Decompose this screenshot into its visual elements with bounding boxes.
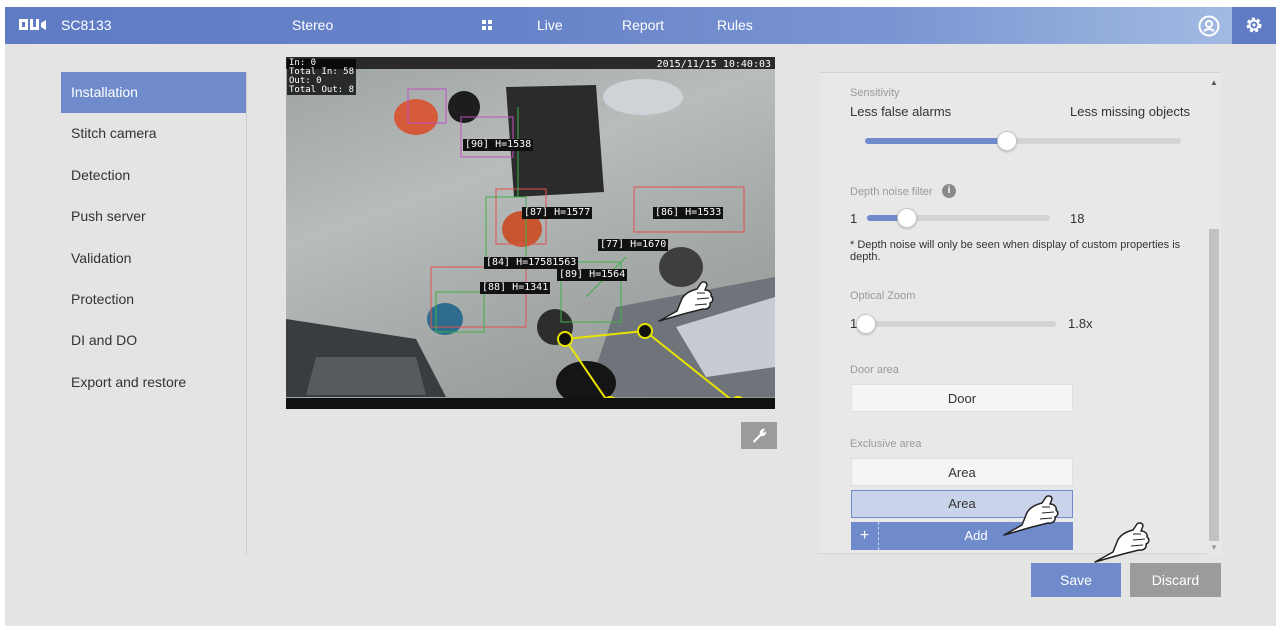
door-area-label: Door area (850, 364, 899, 376)
nav-live[interactable]: Live (537, 17, 563, 33)
sensitivity-min-label: Less false alarms (850, 104, 952, 119)
depth-noise-min: 1 (850, 211, 858, 226)
depth-noise-note: * Depth noise will only be seen when dis… (850, 239, 1181, 263)
pointer-hand-icon (658, 281, 714, 322)
exclusive-area-label: Exclusive area (850, 438, 922, 450)
sensitivity-slider-thumb[interactable] (997, 131, 1017, 151)
optical-zoom-slider-thumb[interactable] (856, 314, 876, 334)
grid-icon[interactable] (482, 20, 492, 30)
settings-wrench-button[interactable] (741, 422, 777, 449)
area-button[interactable]: Area (851, 458, 1073, 486)
counter-total-out: Total Out: 8 (289, 85, 355, 95)
info-icon[interactable]: i (942, 184, 956, 198)
scene-overlay (286, 79, 775, 409)
door-button[interactable]: Door (851, 384, 1073, 412)
scroll-up-icon[interactable]: ▲ (1210, 78, 1218, 87)
settings-panel: ▲ ▼ Sensitivity Less false alarms Less m… (820, 72, 1221, 555)
optical-zoom-max: 1.8x (1068, 316, 1093, 331)
discard-button[interactable]: Discard (1130, 563, 1221, 597)
settings-button[interactable] (1232, 7, 1276, 44)
sidebar-item-installation[interactable]: Installation (61, 72, 246, 113)
track-tag: [77] H=1670 (598, 239, 669, 251)
optical-zoom-slider-track[interactable] (866, 321, 1056, 327)
nav-report[interactable]: Report (622, 17, 664, 33)
plus-icon: + (851, 522, 879, 550)
track-tag: [87] H=1577 (522, 207, 593, 219)
sensitivity-slider-fill (865, 138, 1007, 144)
track-tag: [89] H=1564 (557, 269, 628, 281)
video-timestamp: 2015/11/15 10:40:03 (656, 59, 771, 70)
sidebar-item-validation[interactable]: Validation (61, 238, 246, 279)
sidebar-item-detection[interactable]: Detection (61, 155, 246, 196)
track-tag: [90] H=1538 (463, 139, 534, 151)
save-button[interactable]: Save (1031, 563, 1121, 597)
top-bar: SC8133 Stereo Live Report Rules (5, 7, 1276, 44)
sensitivity-label: Sensitivity (850, 87, 900, 99)
sidebar-item-stitch-camera[interactable]: Stitch camera (61, 113, 246, 154)
people-counters: In: 0 Total In: 58 Out: 0 Total Out: 8 (287, 59, 357, 95)
scroll-down-icon[interactable]: ▼ (1210, 543, 1218, 552)
gear-icon (1246, 17, 1262, 33)
track-tag: [84] H=17581563 (484, 257, 579, 269)
pointer-hand-icon (1094, 522, 1150, 563)
sidebar-item-push-server[interactable]: Push server (61, 196, 246, 237)
pointer-hand-icon (1003, 495, 1059, 536)
scrollbar-thumb[interactable] (1209, 229, 1219, 541)
track-tag: [86] H=1533 (653, 207, 724, 219)
wrench-icon (753, 428, 767, 443)
track-tag: [88] H=1341 (480, 282, 551, 294)
sidebar-item-export-and-restore[interactable]: Export and restore (61, 362, 246, 403)
depth-noise-max: 18 (1070, 211, 1085, 226)
optical-zoom-label: Optical Zoom (850, 290, 916, 302)
device-model: SC8133 (61, 17, 112, 33)
vivotek-logo-icon[interactable] (17, 16, 47, 36)
video-bottom-bar (286, 398, 775, 409)
camera-view[interactable]: 2015/11/15 10:40:03 In: 0 Total In: 58 O… (286, 57, 775, 409)
depth-noise-label: Depth noise filter (850, 186, 933, 198)
mode-label[interactable]: Stereo (292, 17, 333, 33)
account-icon[interactable] (1198, 15, 1220, 37)
depth-noise-slider-thumb[interactable] (897, 208, 917, 228)
nav-rules[interactable]: Rules (717, 17, 753, 33)
sensitivity-max-label: Less missing objects (1070, 104, 1190, 119)
sidebar: Installation Stitch camera Detection Pus… (61, 72, 247, 554)
sidebar-item-protection[interactable]: Protection (61, 279, 246, 320)
sidebar-item-di-and-do[interactable]: DI and DO (61, 320, 246, 361)
